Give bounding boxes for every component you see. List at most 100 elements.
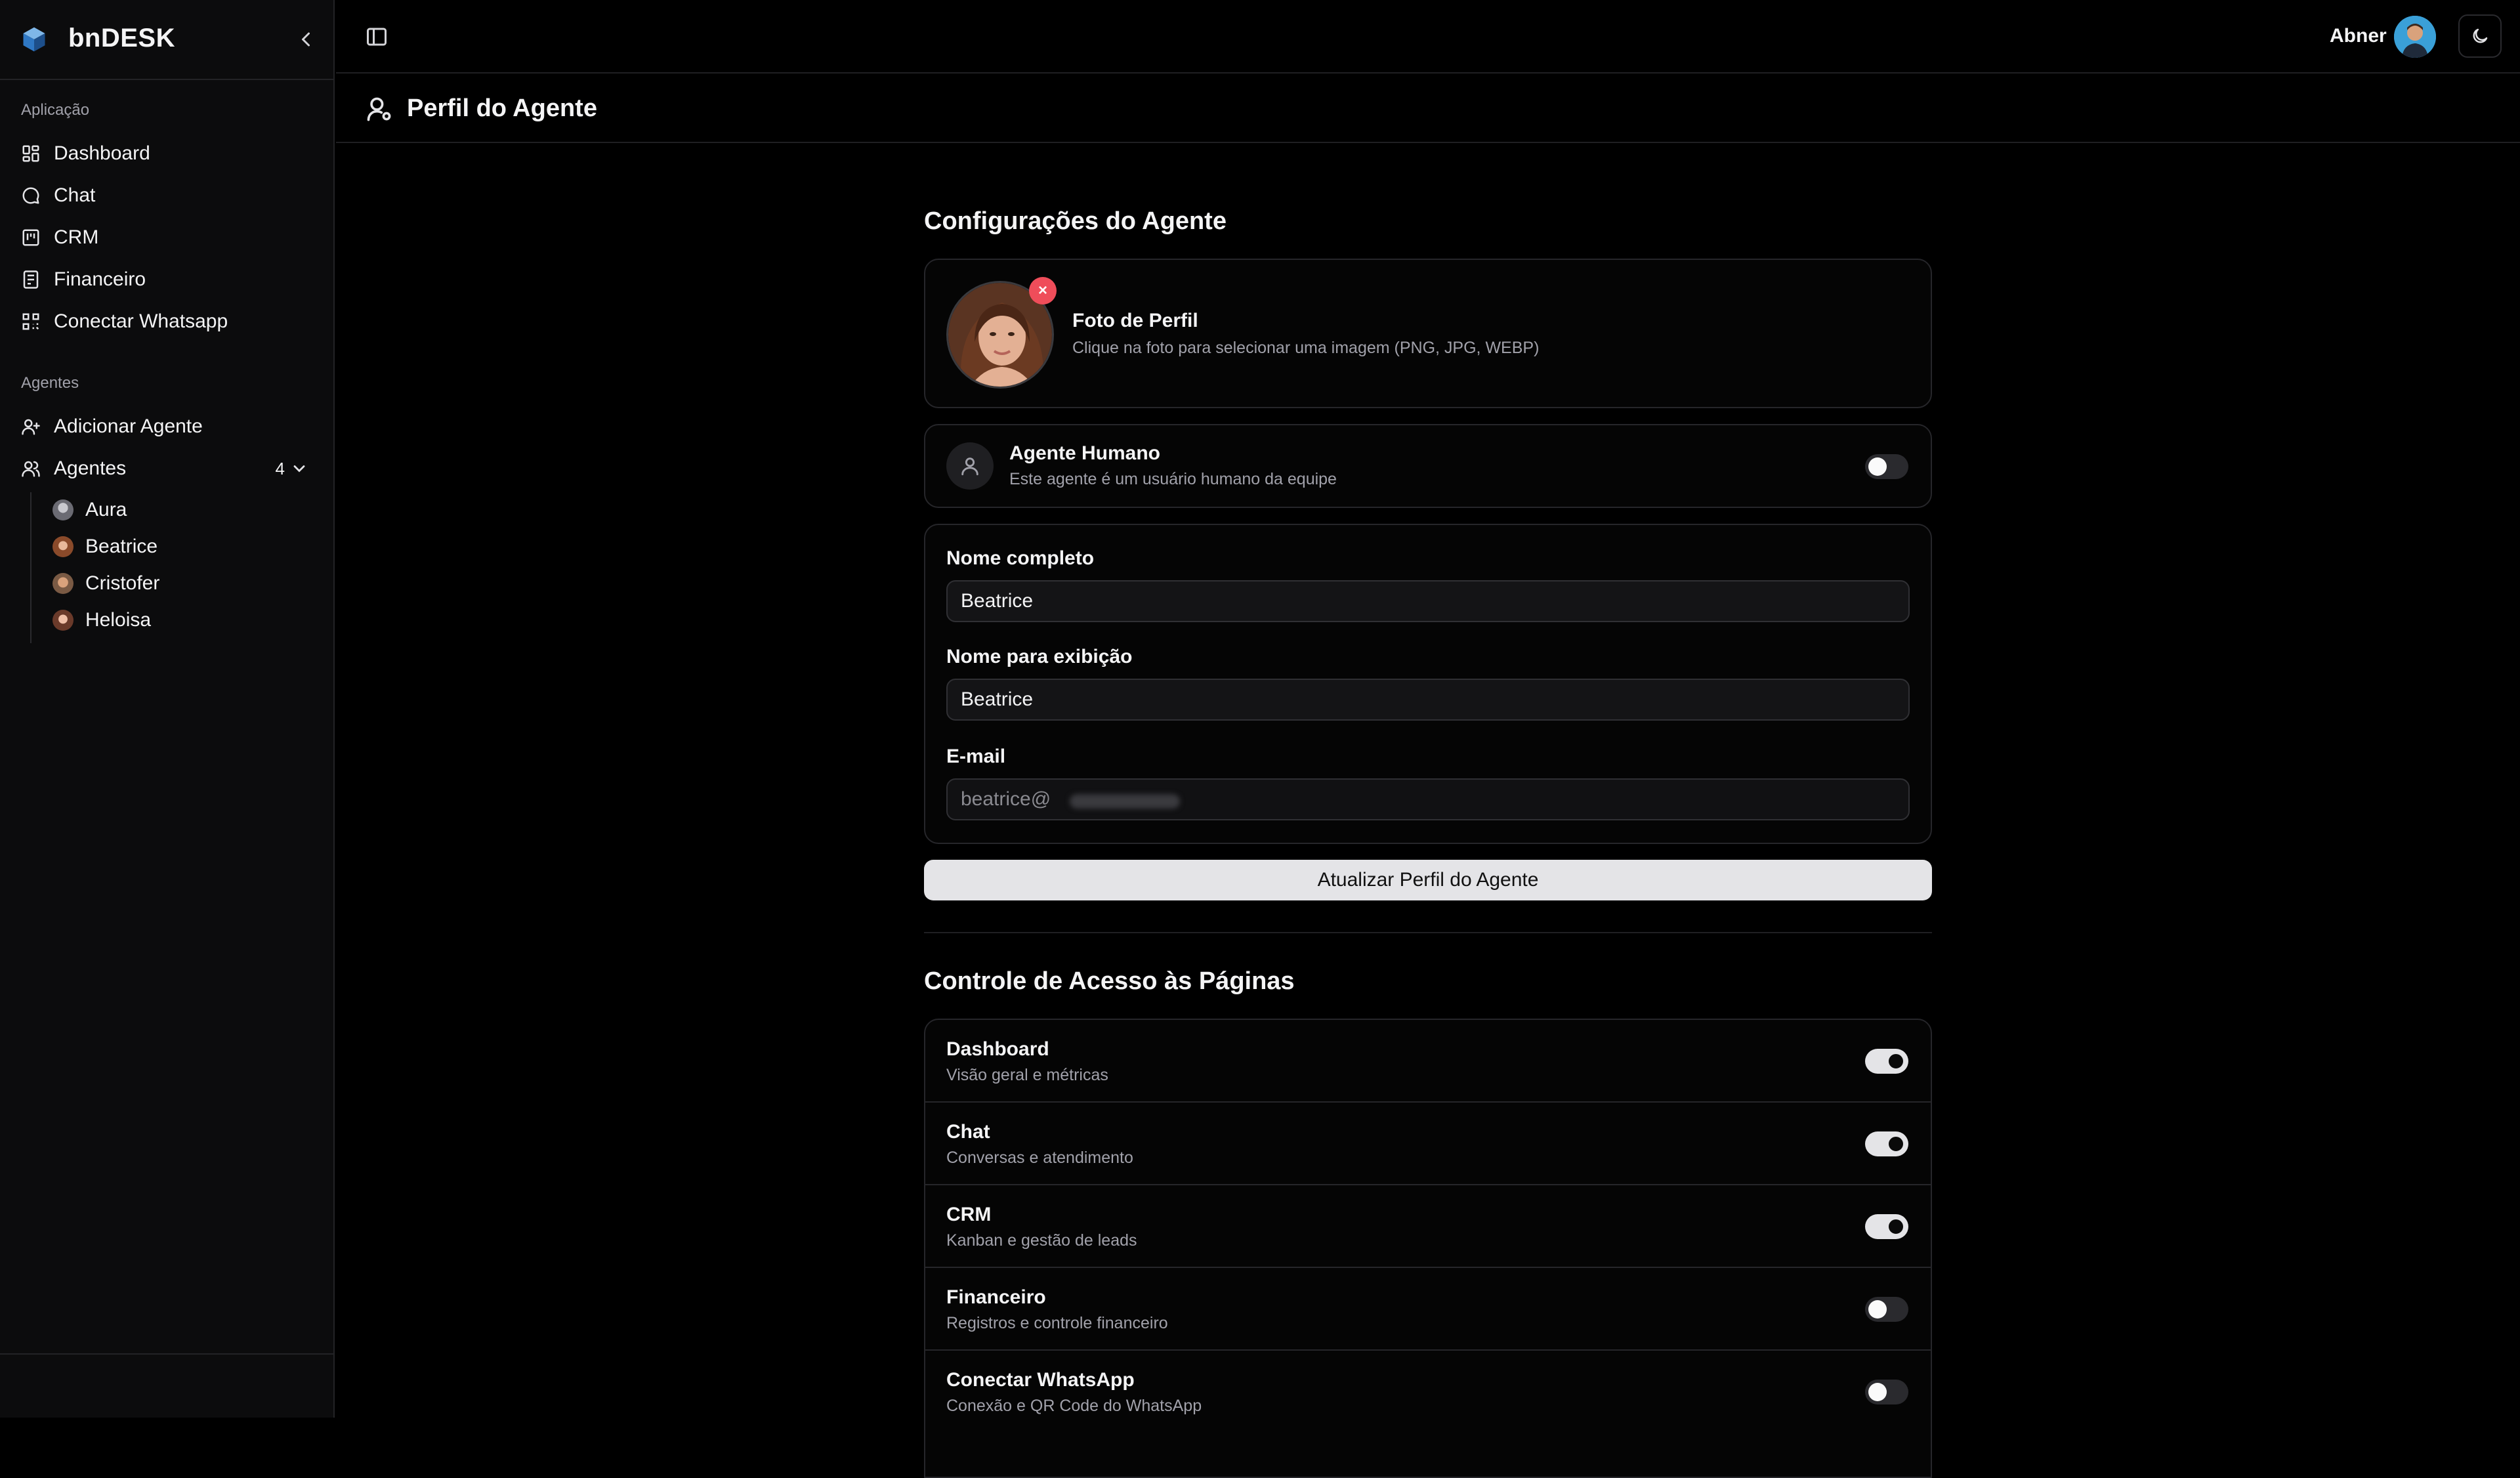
access-row-conectar-whatsapp: Conectar WhatsApp Conexão e QR Code do W… — [925, 1351, 1931, 1433]
sidebar-item-add-agent[interactable]: Adicionar Agente — [16, 408, 318, 445]
agent-item-beatrice[interactable]: Beatrice — [52, 530, 158, 563]
chevron-down-icon[interactable] — [290, 459, 308, 478]
section-label-app: Aplicação — [21, 101, 90, 119]
toggle-knob — [1887, 1052, 1905, 1070]
section-label-agents: Agentes — [21, 374, 79, 392]
access-toggle-dashboard[interactable] — [1865, 1049, 1908, 1074]
section-divider — [924, 932, 1932, 933]
remove-photo-button[interactable]: × — [1029, 277, 1057, 305]
app-name: bnDESK — [68, 24, 175, 53]
sidebar-item-label: Chat — [54, 184, 96, 206]
toggle-knob — [1868, 1300, 1887, 1319]
human-agent-card: Agente Humano Este agente é um usuário h… — [924, 424, 1932, 508]
section-heading-access-control: Controle de Acesso às Páginas — [924, 967, 1295, 995]
access-toggle-conectar-whatsapp[interactable] — [1865, 1380, 1908, 1404]
access-row-financeiro: Financeiro Registros e controle financei… — [925, 1268, 1931, 1351]
access-row-title: CRM — [946, 1204, 992, 1225]
access-row-title: Dashboard — [946, 1038, 1049, 1060]
chat-icon — [20, 184, 42, 207]
access-row-title: Financeiro — [946, 1286, 1046, 1308]
email-value: beatrice@ — [961, 788, 1051, 810]
full-name-label: Nome completo — [946, 547, 1095, 569]
agent-name: Heloisa — [85, 609, 152, 631]
agent-name: Beatrice — [85, 536, 158, 557]
full-name-input[interactable] — [946, 580, 1910, 622]
human-agent-description: Este agente é um usuário humano da equip… — [1009, 470, 1337, 488]
section-heading-agent-config: Configurações do Agente — [924, 207, 1227, 235]
page-header: Perfil do Agente — [336, 74, 2520, 143]
access-toggle-crm[interactable] — [1865, 1214, 1908, 1239]
sidebar-item-label: Conectar Whatsapp — [54, 310, 228, 332]
access-row-chat: Chat Conversas e atendimento — [925, 1103, 1931, 1185]
page-access-card: Dashboard Visão geral e métricas Chat Co… — [924, 1019, 1932, 1478]
toggle-knob — [1887, 1135, 1905, 1153]
sidebar-item-chat[interactable]: Chat — [16, 177, 318, 214]
redacted-email-domain — [1070, 794, 1180, 809]
display-name-input[interactable] — [946, 679, 1910, 721]
agent-name: Aura — [85, 499, 127, 520]
access-row-description: Visão geral e métricas — [946, 1066, 1108, 1084]
sidebar-item-dashboard[interactable]: Dashboard — [16, 135, 318, 172]
sidebar-item-label: Dashboard — [54, 142, 150, 164]
sidebar-item-label: Financeiro — [54, 268, 146, 290]
avatar — [52, 536, 74, 557]
user-icon — [946, 442, 994, 490]
sidebar-item-crm[interactable]: CRM — [16, 219, 318, 256]
email-label: E-mail — [946, 746, 1006, 767]
page-title: Perfil do Agente — [407, 95, 597, 122]
access-row-description: Registros e controle financeiro — [946, 1314, 1168, 1332]
users-icon — [20, 457, 42, 480]
sidebar-item-label: Agentes — [54, 457, 127, 479]
submenu-guide-line — [30, 492, 32, 643]
photo-description: Clique na foto para selecionar uma image… — [1072, 339, 1540, 357]
access-row-dashboard: Dashboard Visão geral e métricas — [925, 1020, 1931, 1103]
close-icon: × — [1038, 282, 1047, 299]
toggle-knob — [1887, 1217, 1905, 1236]
sidebar-item-label: Adicionar Agente — [54, 415, 203, 437]
agent-item-aura[interactable]: Aura — [52, 494, 127, 526]
dashboard-icon — [20, 142, 42, 165]
avatar — [52, 573, 74, 594]
sidebar-item-conectar-whatsapp[interactable]: Conectar Whatsapp — [16, 303, 318, 340]
avatar — [52, 610, 74, 631]
sidebar-item-financeiro[interactable]: Financeiro — [16, 261, 318, 298]
profile-photo-card: × Foto de Perfil Clique na foto para sel… — [924, 259, 1932, 408]
user-settings-icon — [367, 97, 391, 121]
agent-name: Cristofer — [85, 572, 160, 594]
chevron-left-icon[interactable] — [294, 28, 318, 51]
sidebar-item-label: CRM — [54, 226, 99, 248]
sidebar-item-agents[interactable]: Agentes 4 — [16, 450, 318, 487]
brand: bnDESK — [0, 0, 333, 80]
user-plus-icon — [20, 415, 42, 438]
user-name[interactable]: Abner — [2330, 25, 2387, 47]
human-agent-toggle[interactable] — [1865, 454, 1908, 479]
avatar — [52, 499, 74, 520]
theme-toggle-button[interactable] — [2458, 14, 2502, 58]
sidebar-toggle-icon[interactable] — [365, 25, 388, 49]
photo-title: Foto de Perfil — [1072, 310, 1198, 331]
access-row-title: Chat — [946, 1121, 990, 1143]
user-avatar[interactable] — [2394, 16, 2436, 58]
toggle-knob — [1868, 457, 1887, 476]
finance-icon — [20, 268, 42, 291]
agent-item-heloisa[interactable]: Heloisa — [52, 604, 151, 637]
update-profile-button[interactable]: Atualizar Perfil do Agente — [924, 860, 1932, 900]
access-row-crm: CRM Kanban e gestão de leads — [925, 1185, 1931, 1268]
moon-icon — [2473, 28, 2488, 43]
access-row-description: Conversas e atendimento — [946, 1149, 1133, 1167]
email-field[interactable]: beatrice@ — [946, 778, 1910, 820]
sidebar: bnDESK Aplicação Dashboard Chat CRM Fina… — [0, 0, 335, 1418]
agent-item-cristofer[interactable]: Cristofer — [52, 567, 159, 600]
access-toggle-financeiro[interactable] — [1865, 1297, 1908, 1322]
toggle-knob — [1868, 1383, 1887, 1401]
agents-count-badge: 4 — [275, 458, 285, 478]
sidebar-footer-divider — [0, 1353, 333, 1355]
cube-logo-icon — [23, 27, 45, 52]
human-agent-title: Agente Humano — [1009, 442, 1161, 464]
access-row-description: Conexão e QR Code do WhatsApp — [946, 1397, 1202, 1415]
access-row-title: Conectar WhatsApp — [946, 1369, 1135, 1391]
display-name-label: Nome para exibição — [946, 646, 1133, 667]
topbar: Abner — [336, 0, 2520, 74]
access-toggle-chat[interactable] — [1865, 1131, 1908, 1156]
agent-details-card: Nome completo Nome para exibição E-mail … — [924, 524, 1932, 844]
